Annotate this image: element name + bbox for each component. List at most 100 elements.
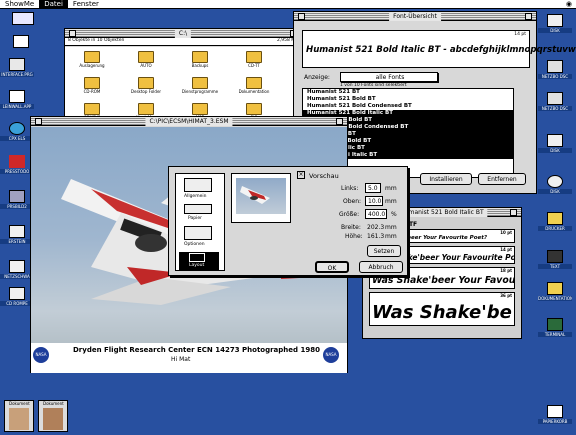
- folder-label: CD-TT: [248, 63, 260, 68]
- icon-label: INTERFACE.PRG: [0, 72, 34, 77]
- folder-icon: [84, 51, 100, 63]
- right-icon-9[interactable]: PAPIERKORB: [538, 405, 572, 424]
- font-row[interactable]: Humanist 521 BT: [303, 89, 513, 96]
- ok-button[interactable]: OK: [315, 261, 349, 273]
- install-button[interactable]: Installieren: [420, 173, 472, 185]
- tab-layout-selected[interactable]: Layout: [179, 252, 219, 270]
- right-icon-3[interactable]: DISK: [538, 134, 572, 153]
- terminal-icon: [547, 318, 563, 331]
- folder-icon: [138, 51, 154, 63]
- icon-label: DISK: [538, 148, 572, 153]
- desktop-icon-2[interactable]: CPX ELS: [0, 122, 34, 141]
- hoehe-value: 161.3: [367, 233, 385, 240]
- remove-button[interactable]: Entfernen: [478, 173, 526, 185]
- tab-allgemein[interactable]: Allgemein: [184, 194, 206, 199]
- folder-item[interactable]: Dienstprogramme: [181, 77, 219, 94]
- caption-bar: NASA NASA Dryden Flight Research Center …: [31, 343, 347, 373]
- right-icon-6[interactable]: TEXT: [538, 250, 572, 269]
- icon-label: LEINWALL.APP: [0, 104, 34, 109]
- disk-icon: [547, 14, 563, 27]
- desktop-icon-5[interactable]: ERSTEIN: [0, 225, 34, 244]
- right-icon-4[interactable]: DISK: [538, 175, 572, 194]
- folder-icon: [192, 103, 208, 115]
- program-icon: [9, 58, 25, 71]
- close-x-icon[interactable]: ×: [297, 171, 305, 179]
- butterfly-icon: [9, 155, 25, 168]
- desktop-icon-3[interactable]: PRESSTODO: [0, 155, 34, 174]
- folder-item[interactable]: CD-TT: [235, 51, 273, 68]
- dialog-tab-list[interactable]: Allgemein Papier Optionen Layout: [175, 173, 225, 271]
- menu-fenster[interactable]: Fenster: [68, 0, 104, 9]
- close-box[interactable]: [35, 118, 42, 125]
- taskbar-thumb-0[interactable]: Dokument: [4, 400, 34, 432]
- cancel-button[interactable]: Abbruch: [359, 261, 403, 273]
- folder-label: CD-ROM: [83, 89, 101, 94]
- icon-label: PAPIERKORB: [538, 419, 572, 424]
- folder-item[interactable]: Dokumentation: [235, 77, 273, 94]
- folder-icon: [192, 77, 208, 89]
- folder-item[interactable]: Desktop Folder: [127, 77, 165, 94]
- folder-item[interactable]: AUTO: [127, 51, 165, 68]
- folder-window-titlebar[interactable]: C:\: [65, 29, 301, 38]
- program-icon: [9, 225, 25, 238]
- breite-unit: mm: [385, 224, 397, 231]
- desktop-icon-7[interactable]: CD ROMPE: [0, 287, 34, 306]
- taskbar-thumb-1[interactable]: Dokument: [38, 400, 68, 432]
- desktop-icon-drive[interactable]: [6, 12, 40, 26]
- zoom-box[interactable]: [510, 209, 517, 216]
- desktop-icon-4[interactable]: PRSBILD2: [0, 190, 34, 209]
- tab-papier[interactable]: Papier: [188, 216, 202, 221]
- hoehe-label: Höhe:: [345, 233, 363, 240]
- taskbar-label: Dokument: [9, 401, 30, 406]
- font-window-titlebar[interactable]: Font-Übersicht: [294, 12, 536, 21]
- font-row[interactable]: Humanist 521 Bold Condensed BT: [303, 103, 513, 110]
- groesse-label: Größe:: [339, 211, 360, 218]
- right-icon-7[interactable]: DOKUMENTATION: [538, 282, 572, 301]
- desktop-icon-1[interactable]: LEINWALL.APP: [0, 90, 34, 109]
- oben-input[interactable]: 10.0: [365, 196, 383, 206]
- groesse-input[interactable]: 400.0: [365, 209, 387, 219]
- links-input[interactable]: 5.0: [365, 183, 381, 193]
- icon-label: DISK: [538, 28, 572, 33]
- folder-item[interactable]: Backups: [181, 51, 219, 68]
- right-icon-0[interactable]: DISK: [538, 14, 572, 33]
- anzeige-label: Anzeige:: [304, 74, 330, 81]
- folder-icon: [138, 77, 154, 89]
- picture-icon: [9, 190, 25, 203]
- window-title: Font-Übersicht: [389, 12, 441, 21]
- program-icon: [13, 35, 29, 48]
- window-title: C:\: [174, 29, 192, 38]
- folder-window[interactable]: C:\ 8 Objekte in 10 Objekten 2,958 Mb Au…: [64, 28, 302, 128]
- desktop-icon-0[interactable]: INTERFACE.PRG: [0, 58, 34, 77]
- tab-layout-label: Layout: [189, 263, 205, 268]
- desktop-icon-6[interactable]: NETZSCHWA: [0, 260, 34, 279]
- breite-value: 202.3: [367, 224, 385, 231]
- printer-icon: [184, 178, 212, 192]
- icon-label: TERMINAL: [538, 332, 572, 337]
- setzen-button[interactable]: Setzen: [367, 245, 401, 257]
- zoom-box[interactable]: [336, 118, 343, 125]
- close-box[interactable]: [69, 30, 76, 37]
- right-icon-5[interactable]: DRUCKER: [538, 212, 572, 231]
- menu-app[interactable]: ShowMe: [0, 0, 39, 9]
- preview-dialog[interactable]: Allgemein Papier Optionen Layout × Vorsc…: [168, 166, 408, 276]
- folder-icon: [246, 51, 262, 63]
- folder-item[interactable]: CD-ROM: [73, 77, 111, 94]
- right-icon-2[interactable]: NETZBO DSC: [538, 92, 572, 111]
- right-icon-8[interactable]: TERMINAL: [538, 318, 572, 337]
- image-window-titlebar[interactable]: C:\PIC\ECSM\HIMAT_3.ESM: [31, 117, 347, 126]
- desktop-icon[interactable]: [4, 35, 38, 49]
- nasa-logo-icon: NASA: [33, 347, 49, 363]
- folder-icon: [192, 51, 208, 63]
- sample-size: 36 pt: [500, 293, 512, 298]
- anzeige-dropdown[interactable]: alle Fonts: [340, 72, 438, 82]
- tab-optionen[interactable]: Optionen: [184, 242, 205, 247]
- zoom-box[interactable]: [525, 13, 532, 20]
- photo-caption: Dryden Flight Research Center ECN 14273 …: [73, 346, 320, 354]
- menu-datei[interactable]: Datei: [39, 0, 68, 9]
- right-icon-1[interactable]: NETZBO DSC: [538, 60, 572, 79]
- folder-item[interactable]: Auslagerung: [73, 51, 111, 68]
- font-row[interactable]: Humanist 521 Bold BT: [303, 96, 513, 103]
- menubar-switch-icon[interactable]: ◉: [566, 0, 572, 9]
- close-box[interactable]: [298, 13, 305, 20]
